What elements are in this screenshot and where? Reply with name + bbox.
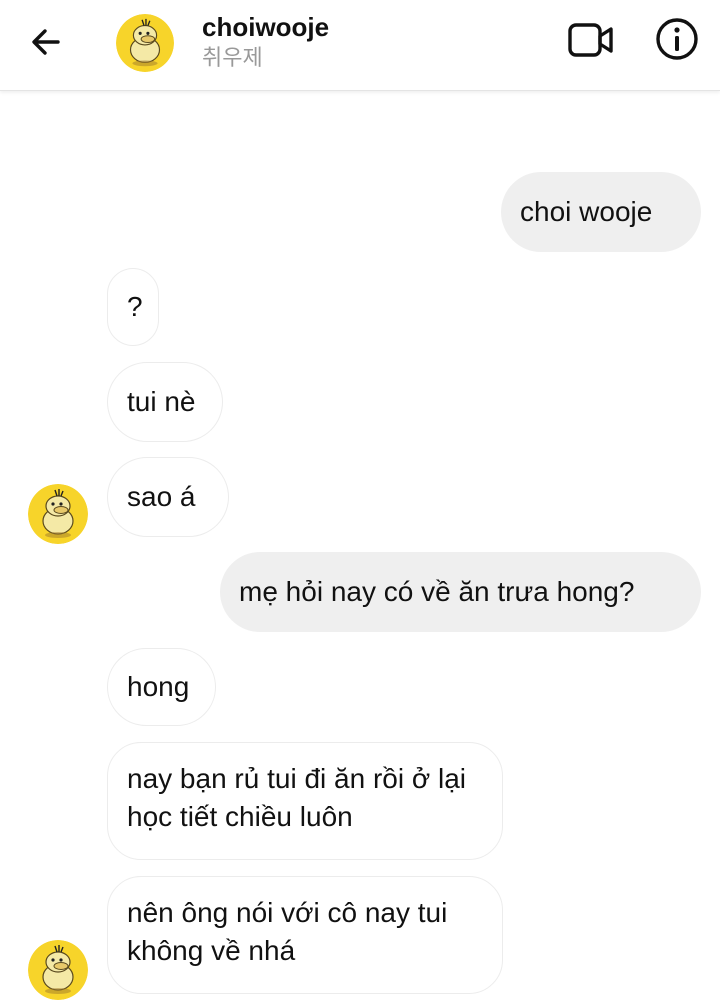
- message-text: mẹ hỏi nay có về ăn trưa hong?: [239, 576, 635, 607]
- username: choiwooje: [202, 12, 330, 42]
- message-text: nay bạn rủ tui đi ăn rồi ở lại học tiết …: [127, 763, 466, 832]
- info-icon: [655, 17, 699, 66]
- message-incoming[interactable]: sao á: [107, 457, 229, 537]
- back-button[interactable]: [24, 22, 68, 66]
- message-incoming[interactable]: nay bạn rủ tui đi ăn rồi ở lại học tiết …: [107, 742, 503, 860]
- psyduck-avatar-image: [28, 484, 88, 544]
- message-text: sao á: [127, 481, 196, 512]
- video-call-button[interactable]: [564, 18, 618, 66]
- message-text: choi wooje: [520, 196, 653, 227]
- message-text: nên ông nói với cô nay tui không về nhá: [127, 897, 448, 966]
- display-name: 취우제: [202, 45, 263, 70]
- message-text: ?: [127, 291, 143, 322]
- info-button[interactable]: [652, 16, 702, 66]
- chat-title[interactable]: choiwooje 취우제: [202, 10, 329, 72]
- message-incoming[interactable]: nên ông nói với cô nay tui không về nhá: [107, 876, 503, 994]
- message-incoming[interactable]: hong: [107, 648, 216, 726]
- message-incoming[interactable]: ?: [107, 268, 159, 346]
- avatar[interactable]: [28, 484, 88, 544]
- psyduck-avatar-image: [116, 14, 174, 72]
- message-outgoing[interactable]: mẹ hỏi nay có về ăn trưa hong?: [220, 552, 701, 632]
- message-text: hong: [127, 671, 190, 702]
- message-incoming[interactable]: tui nè: [107, 362, 223, 442]
- video-camera-icon: [567, 20, 615, 65]
- chat-header: choiwooje 취우제: [0, 0, 720, 91]
- arrow-left-icon: [28, 24, 64, 65]
- avatar[interactable]: [28, 940, 88, 1000]
- message-outgoing[interactable]: choi wooje: [501, 172, 701, 252]
- psyduck-avatar-image: [28, 940, 88, 1000]
- message-text: tui nè: [127, 386, 196, 417]
- avatar[interactable]: [116, 14, 174, 72]
